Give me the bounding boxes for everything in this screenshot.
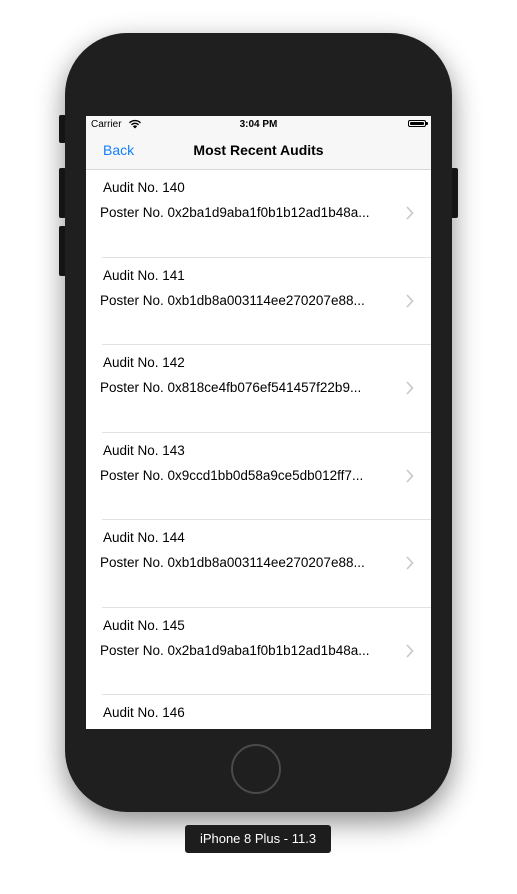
poster-number: Poster No. 0x9ccd1bb0d58a9ce5db012ff7...	[100, 467, 364, 483]
chevron-right-icon	[406, 293, 414, 308]
audit-title: Audit No. 142	[103, 355, 185, 370]
battery-icon	[408, 120, 428, 127]
audit-list: Audit No. 140 Poster No. 0x2ba1d9aba1f0b…	[86, 170, 431, 729]
chevron-right-icon	[406, 643, 414, 658]
navigation-bar: Back Most Recent Audits	[86, 134, 431, 170]
chevron-right-icon	[406, 206, 414, 220]
page-title: Most Recent Audits	[193, 142, 324, 158]
poster-number: Poster No. 0x2ba1d9aba1f0b1b12ad1b48a...	[100, 642, 370, 658]
audit-row[interactable]: Audit No. 146	[86, 695, 431, 729]
audit-row[interactable]: Audit No. 143 Poster No. 0x9ccd1bb0d58a9…	[86, 433, 431, 521]
audit-title: Audit No. 140	[103, 180, 185, 195]
device-screen: Carrier 3:04 PM Back Most Recent Audits …	[86, 116, 431, 729]
simulator-device-label: iPhone 8 Plus - 11.3	[185, 825, 331, 853]
chevron-right-icon	[406, 381, 414, 395]
audit-title: Audit No. 143	[103, 442, 185, 458]
chevron-right-icon	[406, 556, 414, 570]
poster-number: Poster No. 0x818ce4fb076ef541457f22b9...	[100, 380, 362, 395]
status-bar: Carrier 3:04 PM	[86, 116, 431, 134]
audit-row[interactable]: Audit No. 141 Poster No. 0xb1db8a003114e…	[86, 258, 431, 346]
audit-title: Audit No. 141	[103, 267, 185, 283]
audit-row[interactable]: Audit No. 144 Poster No. 0xb1db8a003114e…	[86, 520, 431, 608]
audit-row[interactable]: Audit No. 145 Poster No. 0x2ba1d9aba1f0b…	[86, 608, 431, 696]
audit-title: Audit No. 145	[103, 617, 185, 633]
audit-title: Audit No. 144	[103, 530, 185, 545]
poster-number: Poster No. 0xb1db8a003114ee270207e88...	[100, 292, 365, 308]
home-button[interactable]	[231, 744, 281, 794]
poster-number: Poster No. 0x2ba1d9aba1f0b1b12ad1b48a...	[100, 205, 370, 220]
poster-number: Poster No. 0xb1db8a003114ee270207e88...	[100, 555, 365, 570]
chevron-right-icon	[406, 468, 414, 483]
audit-title: Audit No. 146	[103, 705, 185, 720]
status-time: 3:04 PM	[239, 119, 278, 130]
audit-row[interactable]: Audit No. 142 Poster No. 0x818ce4fb076ef…	[86, 345, 431, 433]
power-button	[451, 168, 458, 218]
audit-row[interactable]: Audit No. 140 Poster No. 0x2ba1d9aba1f0b…	[86, 170, 431, 258]
